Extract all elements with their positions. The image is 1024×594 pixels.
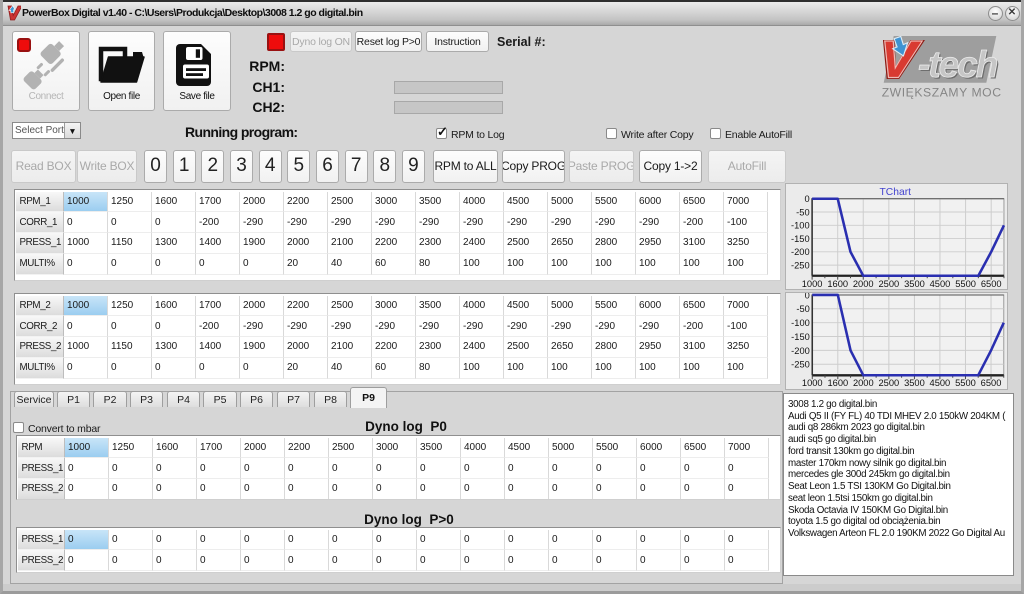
svg-text:1600: 1600: [827, 279, 848, 289]
svg-text:3500: 3500: [904, 378, 925, 388]
svg-text:TChart: TChart: [880, 187, 912, 198]
svg-text:-50: -50: [796, 207, 809, 217]
svg-text:-150: -150: [791, 234, 810, 244]
svg-text:1600: 1600: [827, 378, 848, 388]
svg-text:-200: -200: [791, 247, 810, 257]
svg-text:6500: 6500: [981, 279, 1002, 289]
svg-text:ZWIĘKSZAMY MOC: ZWIĘKSZAMY MOC: [882, 86, 1002, 100]
svg-text:-200: -200: [791, 346, 810, 356]
svg-text:0: 0: [805, 292, 810, 300]
svg-text:2500: 2500: [879, 378, 900, 388]
svg-text:2500: 2500: [878, 279, 899, 289]
svg-text:2000: 2000: [853, 279, 874, 289]
svg-text:5500: 5500: [955, 279, 976, 289]
svg-text:4500: 4500: [930, 378, 951, 388]
svg-text:-tech: -tech: [918, 44, 998, 85]
svg-text:1000: 1000: [802, 279, 823, 289]
svg-text:5500: 5500: [955, 378, 976, 388]
svg-text:-250: -250: [791, 360, 810, 370]
svg-text:6500: 6500: [981, 378, 1002, 388]
svg-text:-150: -150: [791, 332, 810, 342]
svg-text:4500: 4500: [930, 279, 951, 289]
svg-text:3500: 3500: [904, 279, 925, 289]
svg-text:-100: -100: [791, 318, 810, 328]
svg-text:-50: -50: [796, 304, 809, 314]
svg-text:1000: 1000: [802, 378, 823, 388]
svg-text:-100: -100: [791, 221, 810, 231]
svg-text:0: 0: [804, 194, 809, 204]
svg-text:2000: 2000: [853, 378, 874, 388]
svg-text:-250: -250: [791, 261, 810, 271]
